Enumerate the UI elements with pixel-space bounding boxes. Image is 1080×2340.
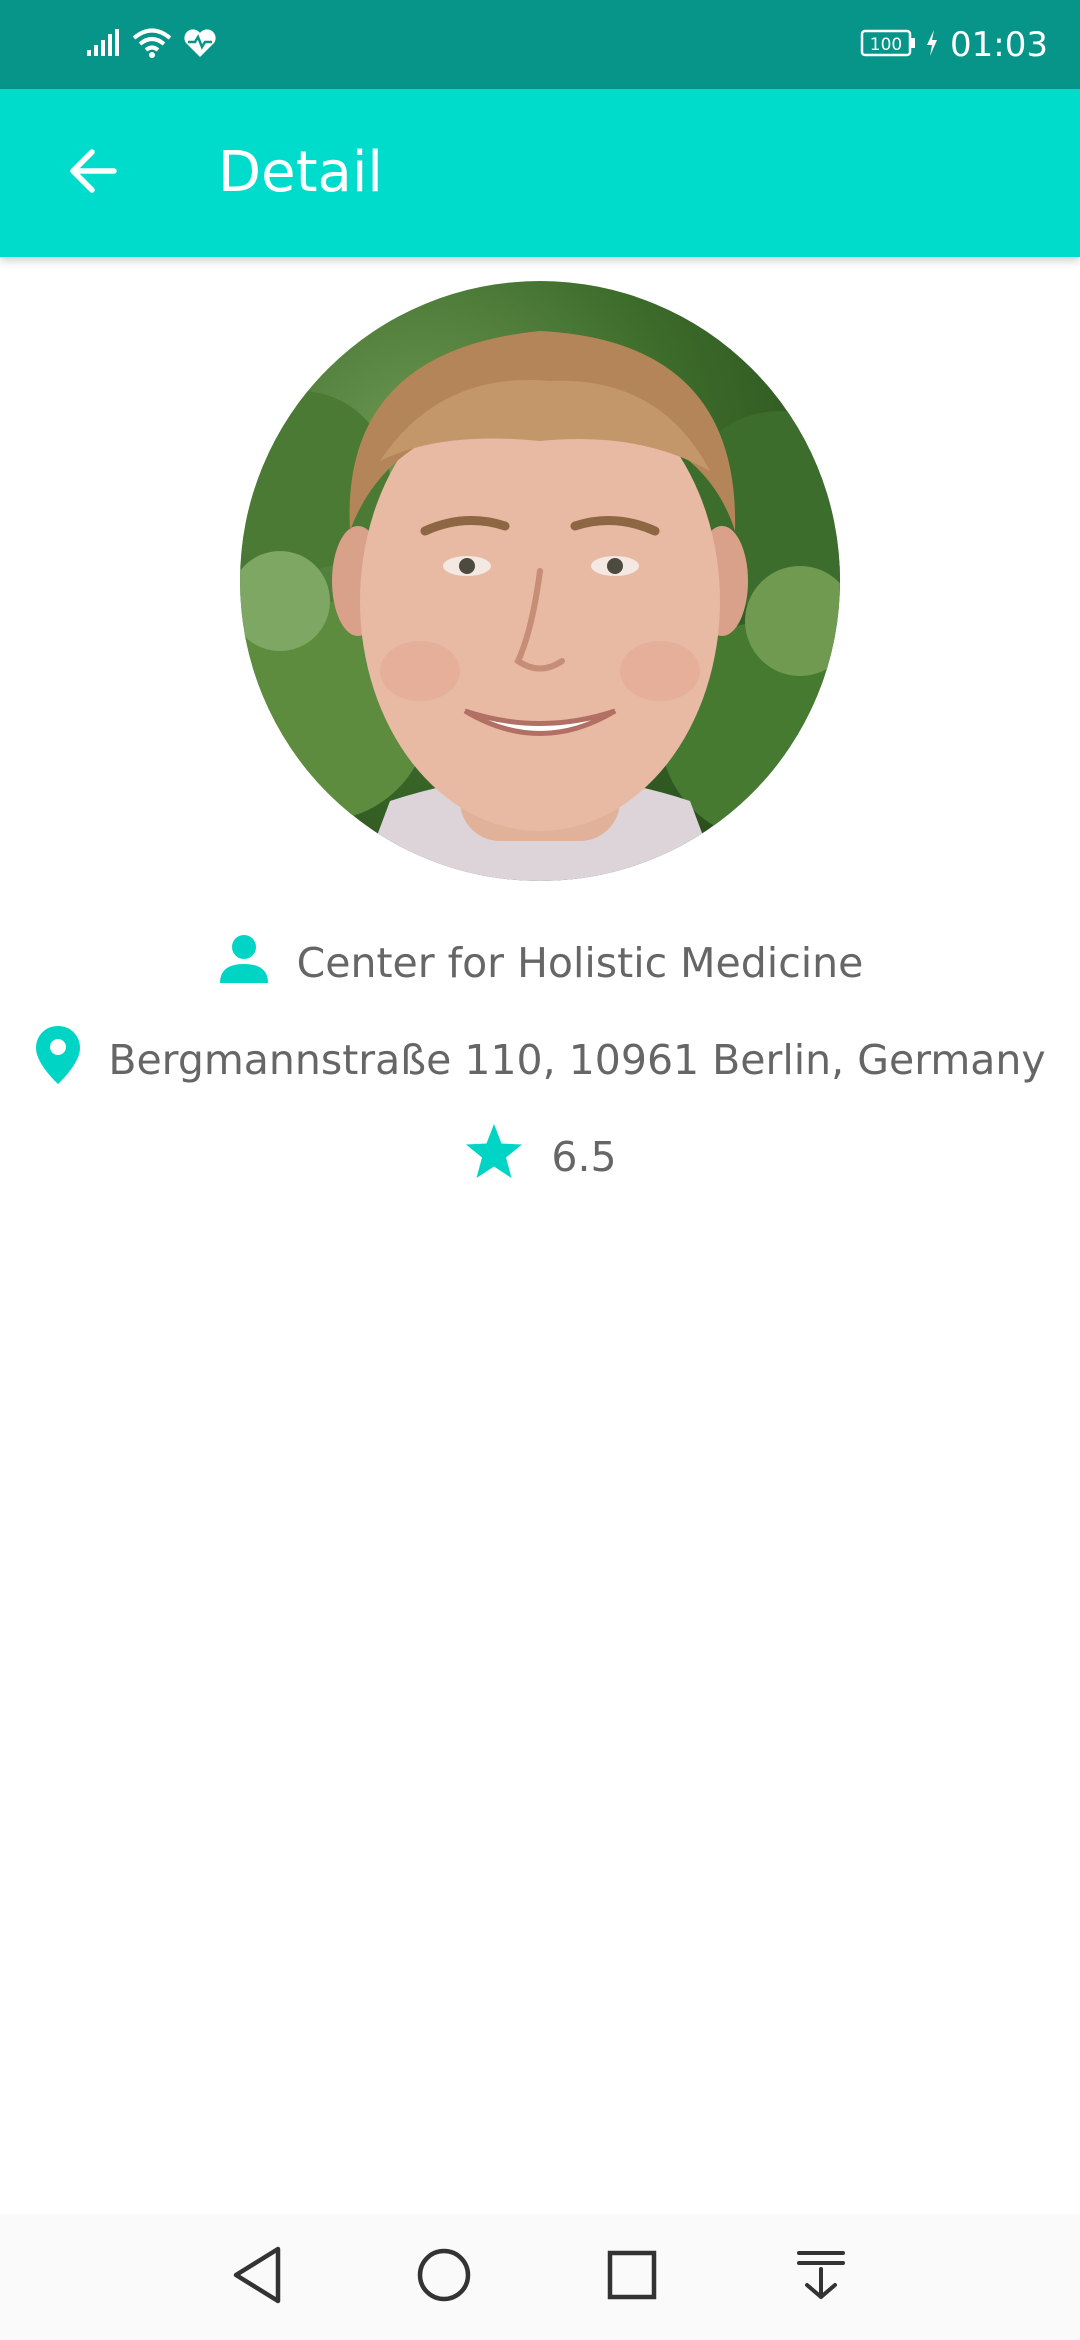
clinic-address: Bergmannstraße 110, 10961 Berlin, German…: [108, 1036, 1046, 1084]
svg-text:100: 100: [870, 35, 902, 55]
recents-square-icon: [604, 2247, 660, 2307]
wifi-icon: [132, 27, 172, 63]
nav-notification-button[interactable]: [784, 2240, 858, 2314]
rating-value: 6.5: [551, 1133, 617, 1181]
status-time: 01:03: [950, 25, 1048, 65]
back-button[interactable]: [42, 123, 142, 223]
notification-pull-icon: [793, 2247, 849, 2307]
page-title: Detail: [218, 140, 383, 205]
home-circle-icon: [414, 2245, 474, 2309]
signal-icon: [86, 28, 122, 62]
address-row: Bergmannstraße 110, 10961 Berlin, German…: [0, 1025, 1080, 1095]
status-icons-left: [86, 22, 218, 68]
nav-recents-button[interactable]: [595, 2240, 669, 2314]
status-bar: 100 01:03: [0, 0, 1080, 89]
star-icon: [463, 1121, 525, 1193]
name-row: Center for Holistic Medicine: [0, 928, 1080, 998]
location-pin-icon: [34, 1024, 82, 1096]
clinic-name: Center for Holistic Medicine: [296, 939, 864, 987]
profile-avatar: [240, 281, 840, 881]
health-icon: [182, 27, 218, 63]
system-nav-bar: [0, 2214, 1080, 2340]
battery-icon: 100: [860, 28, 918, 62]
status-icons-right: 100 01:03: [860, 22, 1048, 68]
charging-icon: [924, 28, 940, 62]
person-icon: [217, 931, 271, 995]
app-bar: Detail: [0, 89, 1080, 257]
nav-back-button[interactable]: [220, 2240, 294, 2314]
rating-row: 6.5: [0, 1122, 1080, 1192]
back-triangle-icon: [230, 2245, 284, 2309]
nav-home-button[interactable]: [407, 2240, 481, 2314]
arrow-back-icon: [64, 143, 120, 203]
